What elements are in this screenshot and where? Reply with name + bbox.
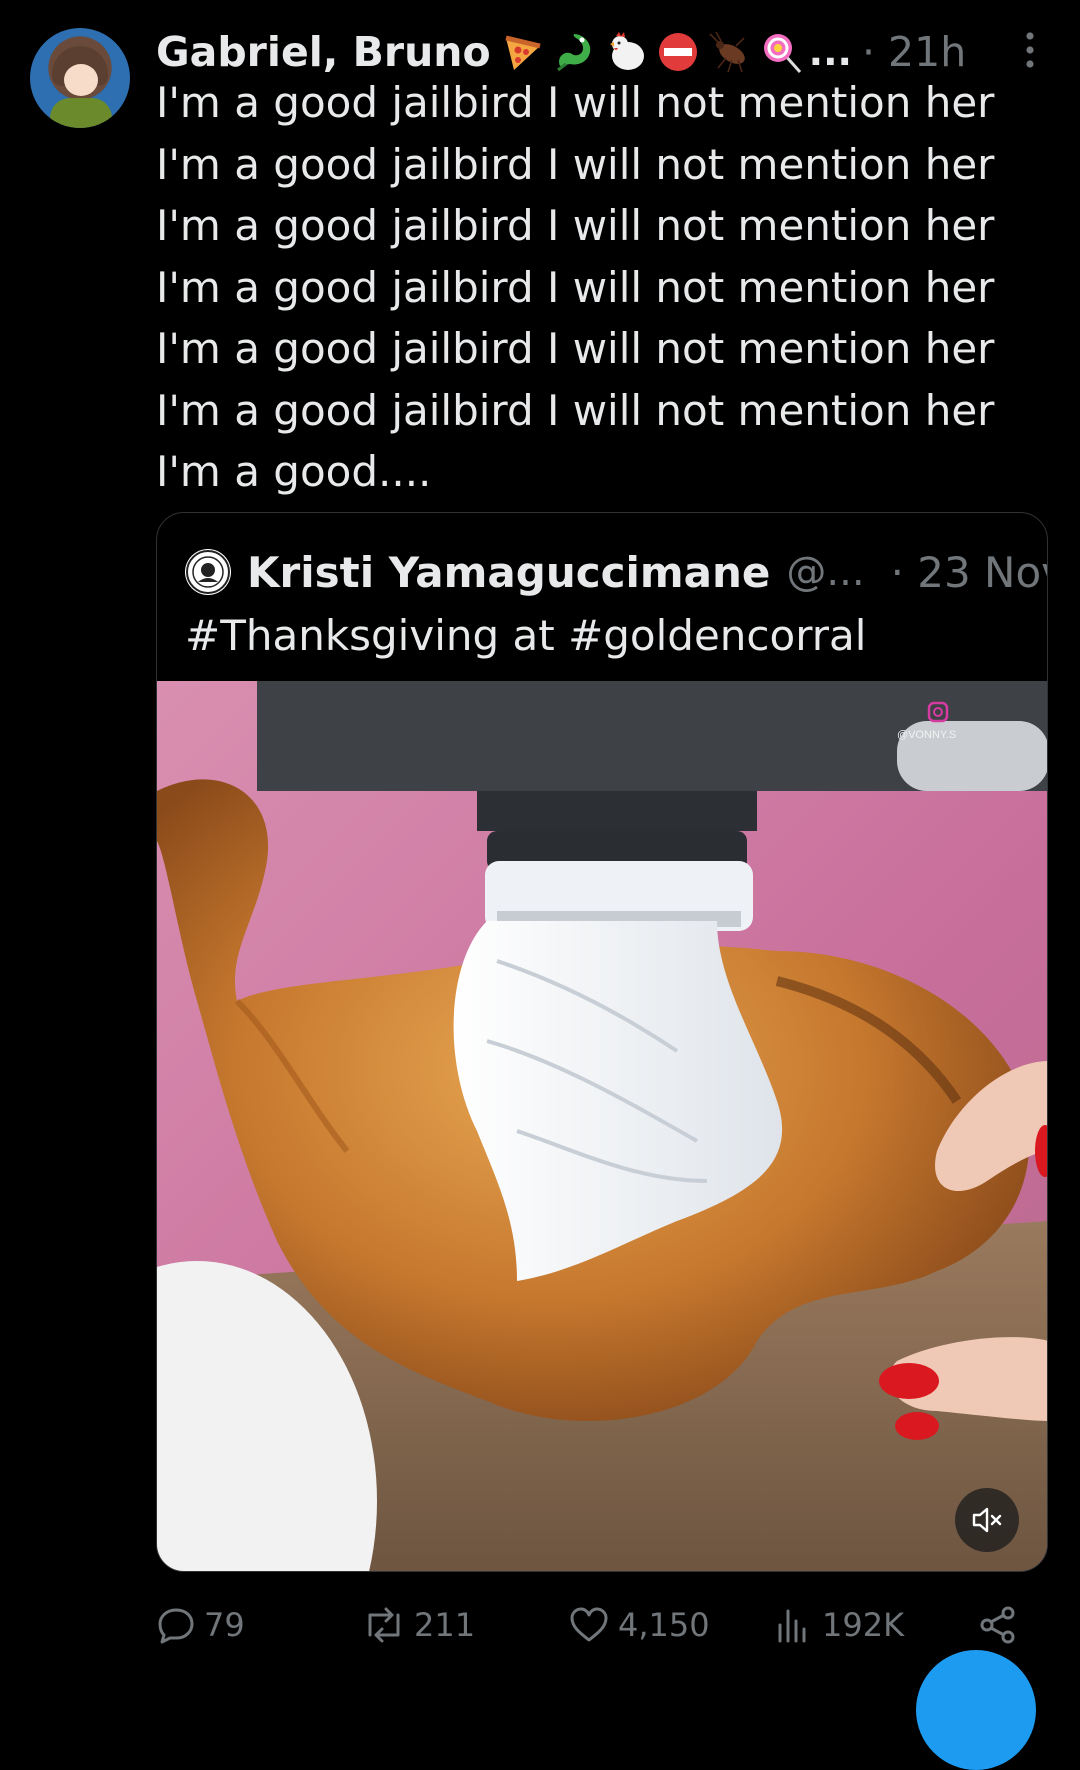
dragon-icon (551, 29, 597, 75)
share-button[interactable] (978, 1598, 1026, 1652)
views-button[interactable]: 192K (774, 1598, 904, 1652)
post-line: I'm a good jailbird I will not mention h… (156, 78, 995, 127)
quoted-author-handle: @... (786, 549, 865, 595)
video-watermark: @VONNY.S (897, 729, 957, 741)
like-button[interactable]: 4,150 (568, 1598, 710, 1652)
heart-icon (570, 1607, 608, 1642)
reply-button[interactable]: 79 (156, 1598, 245, 1652)
no-entry-icon (655, 29, 701, 75)
post-line: I'm a good jailbird I will not mention h… (156, 201, 995, 250)
compose-fab[interactable] (916, 1650, 1036, 1770)
name-emojis (499, 29, 805, 75)
view-count: 192K (822, 1606, 905, 1644)
post-line: I'm a good jailbird I will not mention h… (156, 324, 995, 373)
cockroach-icon (707, 29, 753, 75)
quoted-author-avatar (185, 549, 231, 595)
like-count: 4,150 (618, 1606, 710, 1644)
post-line: I'm a good jailbird I will not mention h… (156, 139, 995, 189)
speaker-muted-icon (972, 1507, 1002, 1533)
mute-button[interactable] (955, 1488, 1019, 1552)
reply-count: 79 (204, 1606, 245, 1644)
quoted-author-name: Kristi Yamaguccimane (247, 547, 771, 597)
quoted-post-text: #Thanksgiving at #goldencorral (185, 611, 867, 660)
author-avatar[interactable] (30, 28, 130, 128)
quoted-post-header: Kristi Yamaguccimane @... · 23 Nov (185, 537, 1047, 607)
reply-icon (158, 1608, 194, 1644)
analytics-icon (778, 1609, 806, 1643)
action-bar: 79 211 4,150 192K (156, 1598, 1036, 1652)
quoted-post-date: · 23 Nov (890, 547, 1047, 597)
video-player[interactable]: @VONNY.S (157, 681, 1047, 1571)
repost-count: 211 (414, 1606, 476, 1644)
post-time[interactable]: · 21h (862, 28, 966, 76)
repost-icon (368, 1607, 400, 1643)
quoted-post[interactable]: Kristi Yamaguccimane @... · 23 Nov #Than… (156, 512, 1048, 1572)
post-line: I'm a good jailbird I will not mention h… (156, 385, 995, 435)
lollipop-icon (759, 29, 805, 75)
share-icon (980, 1606, 1015, 1644)
author-name[interactable]: Gabriel, Bruno (156, 28, 491, 76)
more-options-icon[interactable] (1018, 30, 1042, 70)
post-text: I'm a good jailbird I will not mention h… (156, 72, 1016, 503)
name-overflow: ... (808, 30, 852, 74)
video-frame (157, 681, 1047, 1571)
post-line: I'm a good jailbird I will not mention h… (156, 262, 995, 312)
chicken-icon (603, 29, 649, 75)
post-line: I'm a good.... (156, 447, 432, 496)
repost-button[interactable]: 211 (362, 1598, 475, 1652)
pizza-icon (499, 29, 545, 75)
